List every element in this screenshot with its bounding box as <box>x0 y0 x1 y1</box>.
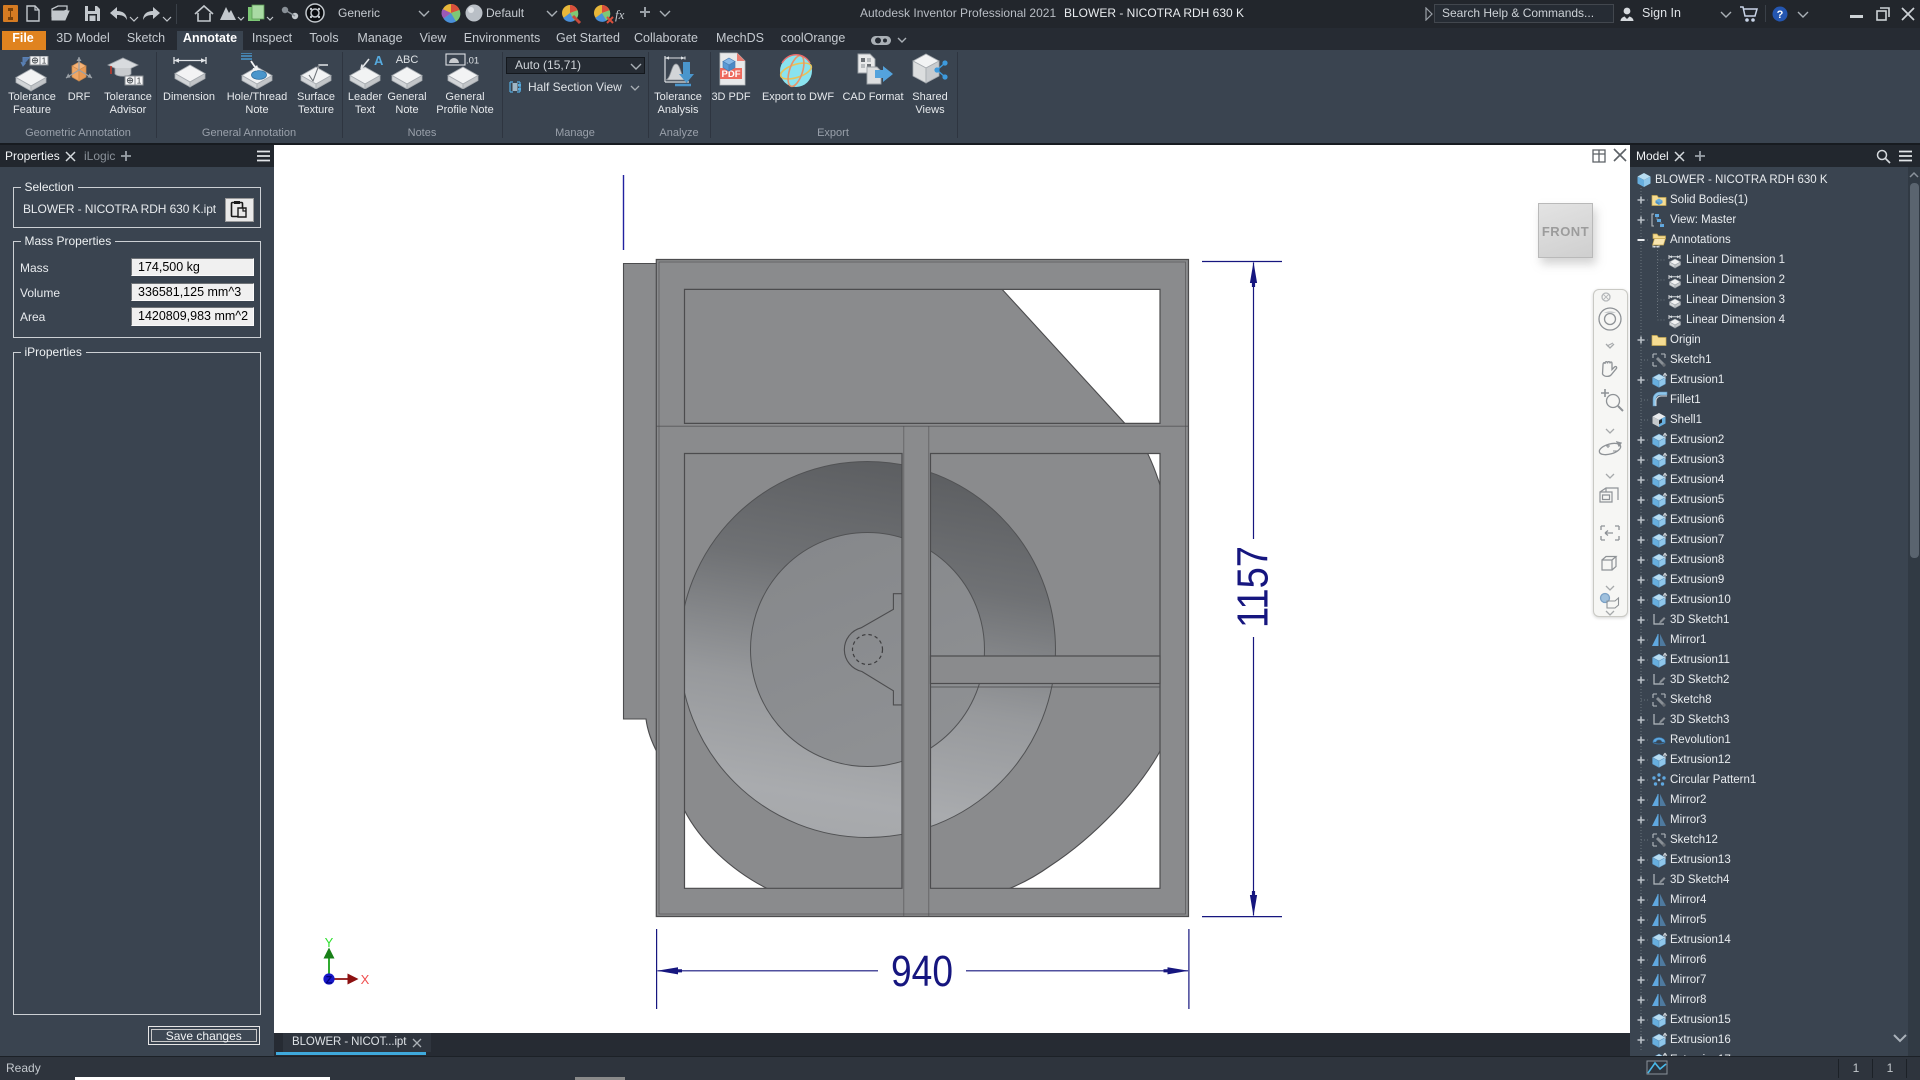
svg-text:?: ? <box>1777 9 1784 21</box>
svg-text:PDF: PDF <box>722 69 741 80</box>
svg-text:1: 1 <box>42 56 47 66</box>
svg-text:ABC: ABC <box>396 54 419 66</box>
svg-text:A: A <box>374 53 383 68</box>
svg-text:.01: .01 <box>466 56 479 67</box>
svg-text:Z: Z <box>326 975 333 987</box>
svg-text:X: X <box>361 972 370 987</box>
svg-text:fx: fx <box>615 7 625 22</box>
svg-text:940: 940 <box>891 947 953 996</box>
svg-text:1157: 1157 <box>1229 546 1278 628</box>
svg-text:Y: Y <box>325 935 334 950</box>
svg-text:1: 1 <box>137 76 142 86</box>
